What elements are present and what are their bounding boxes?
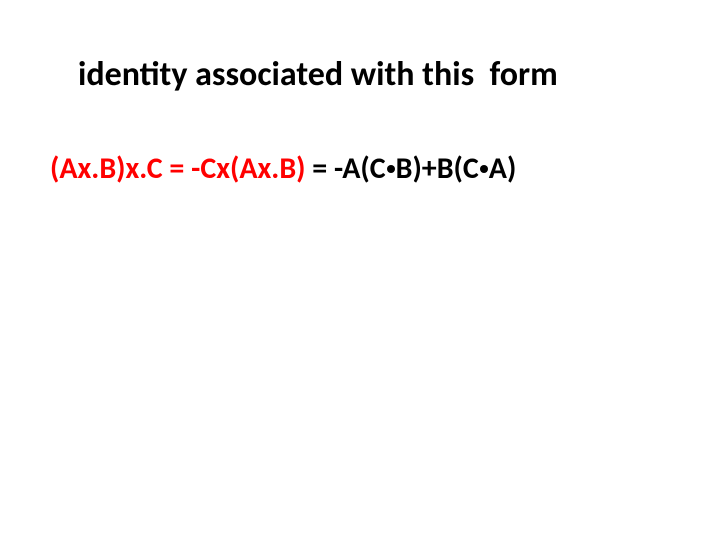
slide: identity associated with this form (Ax.B… xyxy=(0,0,720,540)
equation-rhs-part3: A) xyxy=(489,150,517,187)
vector-identity-equation: (Ax.B)x.C = -Cx(Ax.B) = -A(C B)+B(C A) xyxy=(50,150,516,187)
equation-lhs: (Ax.B)x.C = -Cx(Ax.B) xyxy=(50,150,312,187)
dot-operator-icon xyxy=(387,165,395,173)
equation-rhs-part1: -A(C xyxy=(334,150,386,187)
equation-equals: = xyxy=(312,150,334,187)
equation-rhs-part2: B)+B(C xyxy=(396,150,479,187)
slide-title: identity associated with this form xyxy=(78,54,558,95)
dot-operator-icon xyxy=(480,165,488,173)
